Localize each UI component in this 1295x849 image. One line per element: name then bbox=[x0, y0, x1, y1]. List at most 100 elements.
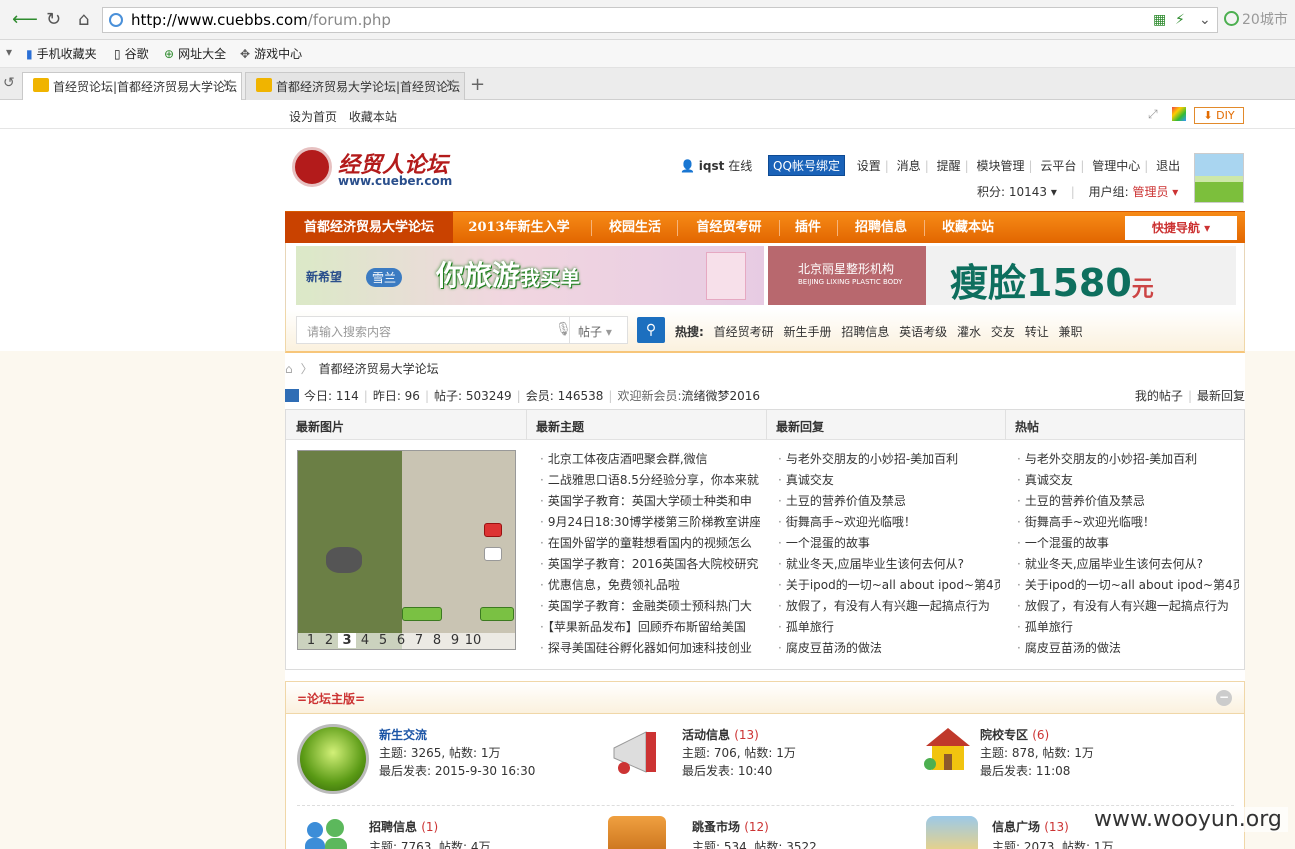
forum-freshmen[interactable]: 新生交流 主题: 3265, 帖数: 1万 最后发表: 2015-9-30 16… bbox=[297, 724, 597, 800]
logout-link[interactable]: 退出 bbox=[1156, 159, 1180, 173]
search-input[interactable]: 请输入搜索内容 🎙 bbox=[296, 316, 572, 344]
list-item[interactable]: 腐皮豆苗汤的做法 bbox=[1017, 638, 1239, 659]
favorites-toggle-icon[interactable]: ▾ bbox=[6, 45, 12, 59]
nav-item-bookmark[interactable]: 收藏本站 bbox=[928, 212, 1008, 244]
hot-item[interactable]: 兼职 bbox=[1059, 325, 1083, 339]
list-item[interactable]: 街舞高手~欢迎光临哦！ bbox=[778, 512, 1000, 533]
list-item[interactable]: 土豆的营养价值及禁忌 bbox=[1017, 491, 1239, 512]
forum-name[interactable]: 新生交流 bbox=[379, 726, 427, 743]
tab-restore-icon[interactable]: ↺ bbox=[3, 75, 15, 91]
browser-search[interactable]: 20城市 bbox=[1224, 9, 1288, 29]
messages-link[interactable]: 消息 bbox=[897, 159, 921, 173]
pager-item[interactable]: 1 bbox=[302, 633, 320, 648]
list-item[interactable]: 关于ipod的一切~all about ipod~第4页 bbox=[1017, 575, 1239, 596]
board-title[interactable]: =论坛主版= bbox=[297, 690, 365, 707]
forum-name[interactable]: 信息广场 (13) bbox=[992, 818, 1069, 835]
forum-jobs[interactable]: 招聘信息 (1) 主题: 7763, 帖数: 4万 bbox=[297, 816, 597, 849]
hot-item[interactable]: 灌水 bbox=[957, 325, 981, 339]
nav-item-campus[interactable]: 校园生活 bbox=[595, 212, 675, 244]
home-icon[interactable]: ⌂ bbox=[285, 362, 293, 376]
list-item[interactable]: 孤单旅行 bbox=[778, 617, 1000, 638]
group-link[interactable]: 管理员 ▾ bbox=[1132, 185, 1178, 199]
list-item[interactable]: 放假了，有没有人有兴趣一起搞点行为 bbox=[1017, 596, 1239, 617]
new-member-link[interactable]: 流绪微梦2016 bbox=[681, 389, 760, 403]
hot-item[interactable]: 招聘信息 bbox=[841, 325, 889, 339]
hot-item[interactable]: 新生手册 bbox=[783, 325, 831, 339]
my-posts-link[interactable]: 我的帖子 bbox=[1135, 389, 1183, 403]
ad-travel[interactable]: 新希望 雪兰 你旅游我买单 bbox=[296, 246, 764, 305]
list-item[interactable]: 真诚交友 bbox=[778, 470, 1000, 491]
pager-item[interactable]: 2 bbox=[320, 633, 338, 648]
list-item[interactable]: 一个混蛋的故事 bbox=[1017, 533, 1239, 554]
set-homepage-link[interactable]: 设为首页 bbox=[289, 110, 337, 124]
url-field[interactable]: http://www.cuebbs.com/forum.php ▦ ⚡ ⌄ bbox=[102, 7, 1218, 33]
forum-name[interactable]: 招聘信息 (1) bbox=[369, 818, 438, 835]
list-item[interactable]: 就业冬天,应届毕业生该何去何从? bbox=[778, 554, 1000, 575]
list-item[interactable]: 一个混蛋的故事 bbox=[778, 533, 1000, 554]
nav-item-forum[interactable]: 首都经济贸易大学论坛 bbox=[285, 212, 453, 244]
close-icon[interactable]: ✕ bbox=[445, 77, 456, 92]
pager-item[interactable]: 5 bbox=[374, 633, 392, 648]
hot-item[interactable]: 英语考级 bbox=[899, 325, 947, 339]
ad-clinic[interactable]: 北京丽星整形机构 BEIJING LIXING PLASTIC BODY 瘦脸1… bbox=[768, 246, 1236, 305]
list-item[interactable]: 与老外交朋友的小妙招-美加百利 bbox=[778, 449, 1000, 470]
forum-last-post[interactable]: 最后发表: 2015-9-30 16:30 bbox=[379, 762, 535, 779]
fav-google[interactable]: ▯ 谷歌 bbox=[114, 45, 149, 62]
tab-forum-2[interactable]: 首都经济贸易大学论坛|首经贸论坛 ✕ bbox=[245, 72, 465, 100]
bookmark-site-link[interactable]: 收藏本站 bbox=[349, 110, 397, 124]
list-item[interactable]: 孤单旅行 bbox=[1017, 617, 1239, 638]
list-item[interactable]: 探寻美国硅谷孵化器如何加速科技创业 bbox=[540, 638, 760, 659]
nav-item-exam[interactable]: 首经贸考研 bbox=[681, 212, 777, 244]
fav-mobile[interactable]: ▮ 手机收藏夹 bbox=[26, 45, 97, 62]
diy-button[interactable]: ⬇ DIY bbox=[1194, 107, 1244, 124]
search-type-select[interactable]: 帖子 ▾ bbox=[570, 316, 628, 344]
forum-name[interactable]: 跳蚤市场 (12) bbox=[692, 818, 769, 835]
nav-item-freshmen[interactable]: 2013年新生入学 bbox=[457, 212, 581, 244]
chevron-down-icon[interactable]: ⌄ bbox=[1199, 12, 1211, 28]
admin-center-link[interactable]: 管理中心 bbox=[1092, 159, 1140, 173]
forum-last-post[interactable]: 最后发表: 10:40 bbox=[682, 762, 772, 779]
list-item[interactable]: 【苹果新品发布】回顾乔布斯留给美国 bbox=[540, 617, 760, 638]
qrcode-icon[interactable]: ▦ bbox=[1153, 12, 1166, 28]
notifications-link[interactable]: 提醒 bbox=[937, 159, 961, 173]
close-icon[interactable]: ✕ bbox=[222, 77, 233, 92]
forum-name[interactable]: 活动信息 (13) bbox=[682, 726, 759, 743]
list-item[interactable]: 北京工体夜店酒吧聚会群,微信 bbox=[540, 449, 760, 470]
hot-item[interactable]: 交友 bbox=[991, 325, 1015, 339]
cloud-platform-link[interactable]: 云平台 bbox=[1040, 159, 1076, 173]
list-item[interactable]: 放假了，有没有人有兴趣一起搞点行为 bbox=[778, 596, 1000, 617]
latest-image-slideshow[interactable]: 1 2 3 4 5 6 7 8 9 10 bbox=[297, 450, 516, 650]
forum-name[interactable]: 院校专区 (6) bbox=[980, 726, 1049, 743]
module-manage-link[interactable]: 模块管理 bbox=[976, 159, 1024, 173]
hot-item[interactable]: 转让 bbox=[1025, 325, 1049, 339]
fullscreen-icon[interactable]: ⤢ bbox=[1148, 107, 1158, 122]
site-logo[interactable]: 经贸人论坛 www.cueber.com bbox=[292, 147, 462, 189]
forum-last-post[interactable]: 最后发表: 11:08 bbox=[980, 762, 1070, 779]
points-link[interactable]: 积分: 10143 ▾ bbox=[977, 185, 1057, 199]
hot-item[interactable]: 首经贸考研 bbox=[714, 325, 774, 339]
collapse-button[interactable]: − bbox=[1216, 690, 1232, 706]
quick-nav-button[interactable]: 快捷导航 ▾ bbox=[1125, 216, 1237, 240]
pager-item[interactable]: 9 bbox=[446, 633, 464, 648]
pager-item[interactable]: 7 bbox=[410, 633, 428, 648]
settings-link[interactable]: 设置 bbox=[857, 159, 881, 173]
fav-sites[interactable]: ⊕ 网址大全 bbox=[164, 45, 226, 62]
list-item[interactable]: 腐皮豆苗汤的做法 bbox=[778, 638, 1000, 659]
pager-item[interactable]: 3 bbox=[338, 633, 356, 648]
theme-icon[interactable] bbox=[1172, 107, 1186, 121]
list-item[interactable]: 土豆的营养价值及禁忌 bbox=[778, 491, 1000, 512]
pager-item[interactable]: 4 bbox=[356, 633, 374, 648]
forum-activities[interactable]: 活动信息 (13) 主题: 706, 帖数: 1万 最后发表: 10:40 bbox=[606, 724, 906, 800]
list-item[interactable]: 9月24日18:30博学楼第三阶梯教室讲座 bbox=[540, 512, 760, 533]
forum-market[interactable]: 跳蚤市场 (12) 主题: 534, 帖数: 3522 bbox=[608, 816, 908, 849]
list-item[interactable]: 二战雅思口语8.5分经验分享，你本来就 bbox=[540, 470, 760, 491]
list-item[interactable]: 在国外留学的童鞋想看国内的视频怎么 bbox=[540, 533, 760, 554]
search-button[interactable]: ⚲ bbox=[637, 317, 665, 343]
list-item[interactable]: 就业冬天,应届毕业生该何去何从? bbox=[1017, 554, 1239, 575]
avatar[interactable] bbox=[1194, 153, 1244, 203]
forum-colleges[interactable]: 院校专区 (6) 主题: 878, 帖数: 1万 最后发表: 11:08 bbox=[922, 724, 1222, 800]
lightning-icon[interactable]: ⚡ bbox=[1175, 12, 1185, 28]
refresh-icon[interactable]: ↻ bbox=[46, 9, 61, 31]
list-item[interactable]: 真诚交友 bbox=[1017, 470, 1239, 491]
back-icon[interactable]: ⟵ bbox=[12, 9, 38, 31]
